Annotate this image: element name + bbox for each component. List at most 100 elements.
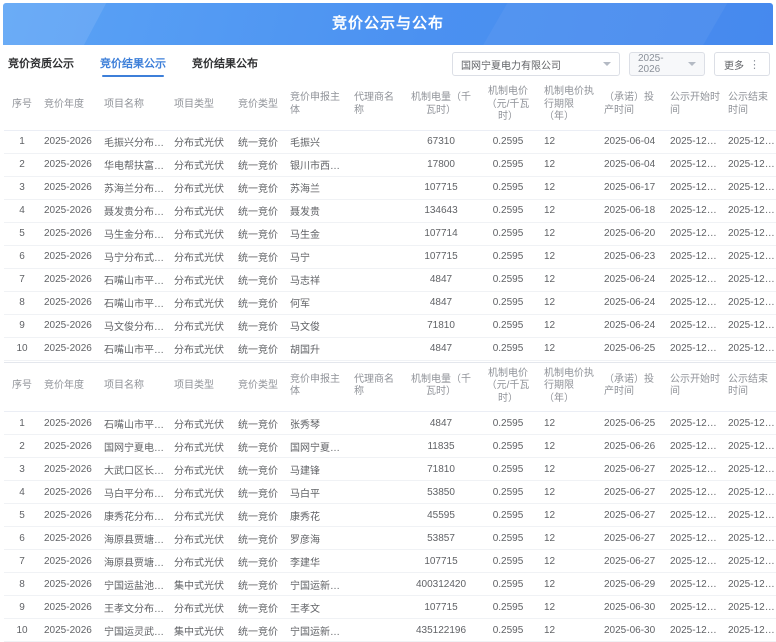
year-select[interactable]: 2025-2026 (629, 52, 705, 76)
tab-label: 竞价资质公示 (8, 58, 74, 70)
table-cell: 5 (4, 504, 40, 527)
table-cell: 0.2595 (476, 481, 540, 504)
tab-qualification-publicity[interactable]: 竞价资质公示 (8, 53, 74, 75)
table-cell: 12 (540, 527, 600, 550)
table-cell: 宁国运灵武10... (100, 619, 170, 642)
table-cell: 2025-12-01 (666, 222, 724, 245)
table-row: 102025-2026宁国运灵武10...集中式光伏统一竞价宁国运新能源...4… (4, 619, 776, 642)
table-cell: 9 (4, 314, 40, 337)
table-cell: 12 (540, 550, 600, 573)
table-cell: 12 (540, 245, 600, 268)
tab-result-announcement[interactable]: 竞价结果公布 (192, 53, 258, 75)
year-select-value: 2025-2026 (638, 53, 682, 75)
bid-result-publicity-table: 序号竞价年度项目名称项目类型竞价类型竞价申报主体代理商名称机制电量（千瓦时）机制… (4, 81, 776, 361)
table-cell: 2025-12-01 (666, 337, 724, 360)
table-cell: 2025-06-04 (600, 130, 666, 153)
table-cell: 分布式光伏 (170, 481, 234, 504)
table-cell: 2025-12-05 (724, 291, 776, 314)
more-button[interactable]: 更多 ⋮ (714, 52, 770, 76)
table-cell: 石嘴山市平罗... (100, 268, 170, 291)
table-cell: 统一竞价 (234, 504, 286, 527)
table-cell: 2025-06-24 (600, 314, 666, 337)
table-cell: 435122196 (406, 619, 476, 642)
table-cell: 2025-12-05 (724, 337, 776, 360)
table-cell: 12 (540, 176, 600, 199)
table-cell: 4847 (406, 337, 476, 360)
column-header: （承诺）投产时间 (600, 81, 666, 130)
table-cell: 12 (540, 412, 600, 435)
table-cell: 3 (4, 458, 40, 481)
table-cell: 2025-2026 (40, 481, 100, 504)
column-header: 竞价类型 (234, 362, 286, 412)
table-cell (350, 199, 406, 222)
column-header: 机制电价（元/千瓦时） (476, 362, 540, 412)
table-cell: 0.2595 (476, 153, 540, 176)
table-header-row: 序号竞价年度项目名称项目类型竞价类型竞价申报主体代理商名称机制电量（千瓦时）机制… (4, 362, 776, 412)
table-cell: 宁国运新能源... (286, 619, 350, 642)
table-cell: 2025-12-05 (724, 268, 776, 291)
table-cell: 2025-06-20 (600, 222, 666, 245)
table-cell: 分布式光伏 (170, 222, 234, 245)
table-cell: 石嘴山市平罗... (100, 337, 170, 360)
table-cell: 0.2595 (476, 504, 540, 527)
table-cell: 马文俊 (286, 314, 350, 337)
table-cell: 12 (540, 153, 600, 176)
table-cell: 统一竞价 (234, 153, 286, 176)
table-cell: 5 (4, 222, 40, 245)
page-title: 竞价公示与公布 (3, 3, 773, 45)
table-cell: 统一竞价 (234, 550, 286, 573)
tab-label: 竞价结果公示 (100, 58, 166, 70)
table-cell: 2025-12-05 (724, 619, 776, 642)
table-cell: 华电帮扶富宁... (100, 153, 170, 176)
table-cell: 67310 (406, 130, 476, 153)
table-cell: 大武口区长兴... (100, 458, 170, 481)
tab-result-publicity[interactable]: 竞价结果公示 (100, 53, 166, 75)
table-row: 92025-2026王孝文分布式...分布式光伏统一竞价王孝文1077150.2… (4, 596, 776, 619)
table-cell: 2025-12-05 (724, 596, 776, 619)
table-row: 62025-2026马宁分布式光...分布式光伏统一竞价马宁1077150.25… (4, 245, 776, 268)
table-cell: 12 (540, 504, 600, 527)
table-cell: 分布式光伏 (170, 337, 234, 360)
table-cell: 4847 (406, 412, 476, 435)
table-cell: 12 (540, 268, 600, 291)
table-cell: 2025-2026 (40, 199, 100, 222)
table-cell: 2025-12-01 (666, 291, 724, 314)
table-cell: 2025-12-01 (666, 435, 724, 458)
table-header-row: 序号竞价年度项目名称项目类型竞价类型竞价申报主体代理商名称机制电量（千瓦时）机制… (4, 81, 776, 130)
column-header: 竞价年度 (40, 362, 100, 412)
table-cell: 统一竞价 (234, 435, 286, 458)
table-cell: 2 (4, 435, 40, 458)
table-cell: 石嘴山市平罗... (100, 412, 170, 435)
table-cell: 统一竞价 (234, 314, 286, 337)
table-cell: 2025-2026 (40, 504, 100, 527)
column-header: 项目名称 (100, 362, 170, 412)
table-cell: 何军 (286, 291, 350, 314)
table-cell: 2025-06-17 (600, 176, 666, 199)
table-cell: 统一竞价 (234, 458, 286, 481)
column-header: 代理商名称 (350, 362, 406, 412)
table-cell: 12 (540, 481, 600, 504)
company-select[interactable]: 国网宁夏电力有限公司 (452, 52, 620, 76)
table-cell: 2 (4, 153, 40, 176)
table-cell: 2025-12-01 (666, 268, 724, 291)
table-cell: 宁国运盐池高... (100, 573, 170, 596)
table-cell: 马志祥 (286, 268, 350, 291)
column-header: 公示结束时间 (724, 81, 776, 130)
table-cell: 12 (540, 314, 600, 337)
table-cell: 2025-06-27 (600, 481, 666, 504)
table-cell: 2025-06-26 (600, 435, 666, 458)
table-cell: 3 (4, 176, 40, 199)
table-cell: 马生金分布式... (100, 222, 170, 245)
table-cell: 张秀琴 (286, 412, 350, 435)
table-cell: 分布式光伏 (170, 527, 234, 550)
table-cell: 2025-2026 (40, 412, 100, 435)
table-cell: 统一竞价 (234, 337, 286, 360)
table-cell: 分布式光伏 (170, 435, 234, 458)
table-cell (350, 435, 406, 458)
table-cell: 12 (540, 458, 600, 481)
table-cell: 1 (4, 130, 40, 153)
table-cell: 10 (4, 619, 40, 642)
table-cell: 12 (540, 573, 600, 596)
table-cell (350, 314, 406, 337)
table-cell: 0.2595 (476, 222, 540, 245)
